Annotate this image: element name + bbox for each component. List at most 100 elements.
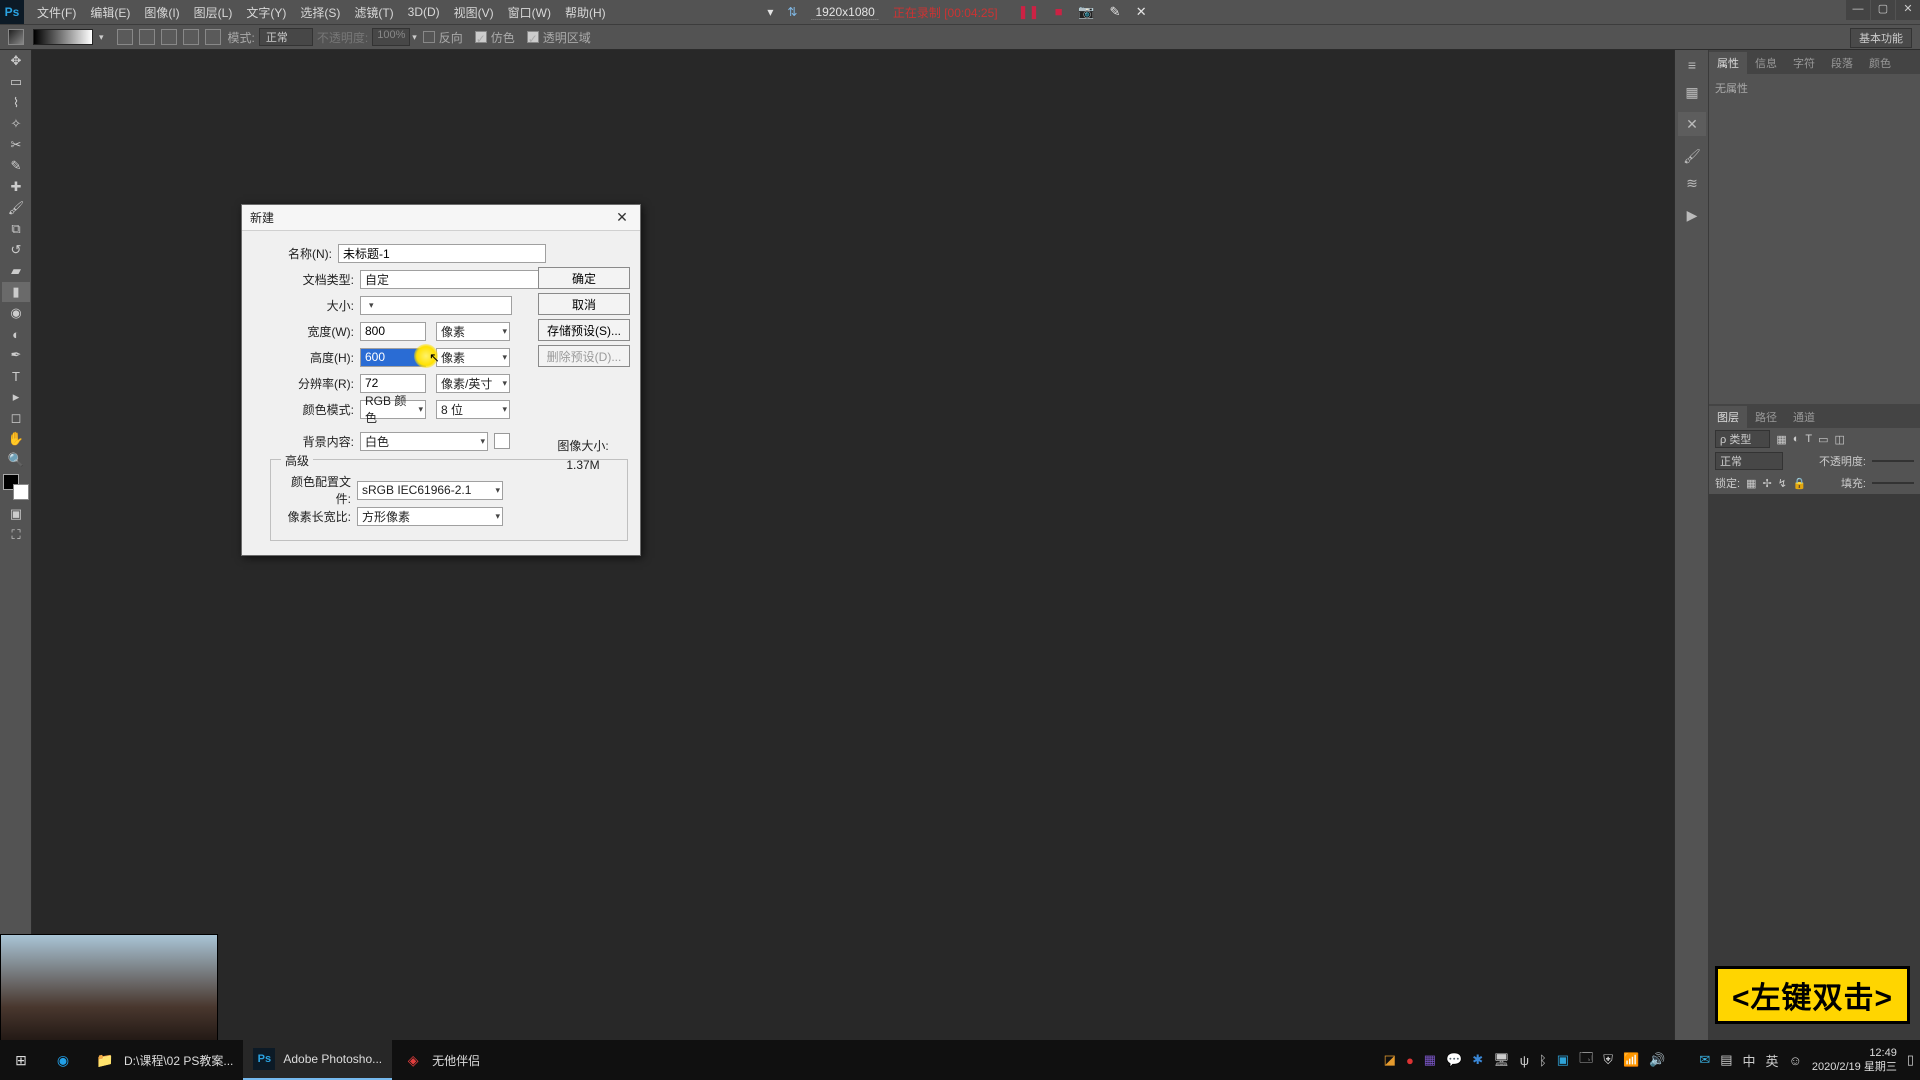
filter-pixel-icon[interactable]: ▦ <box>1776 433 1786 446</box>
maximize-button[interactable]: ▢ <box>1871 0 1895 20</box>
minimize-button[interactable]: — <box>1846 0 1870 20</box>
dialog-titlebar[interactable]: 新建 ✕ <box>242 205 640 231</box>
menu-select[interactable]: 选择(S) <box>293 4 347 21</box>
tray-display-icon[interactable]: 🖥 <box>1493 1052 1510 1068</box>
dodge-tool[interactable]: ◐ <box>2 324 30 344</box>
tray-volume-icon[interactable]: 🔊 <box>1649 1052 1665 1068</box>
healing-tool[interactable]: ✚ <box>2 177 30 197</box>
tray-battery-icon[interactable]: 🗔 <box>1579 1049 1593 1071</box>
taskbar-browser[interactable]: ◉ <box>42 1040 84 1080</box>
gradient-preview[interactable] <box>33 29 93 45</box>
lock-position-icon[interactable]: ✢ <box>1762 477 1771 490</box>
tray-star-icon[interactable]: ✱ <box>1472 1052 1483 1068</box>
menu-layer[interactable]: 图层(L) <box>187 4 240 21</box>
lasso-tool[interactable]: ⌇ <box>2 93 30 113</box>
play-panel-icon[interactable]: ▶ <box>1678 203 1706 227</box>
tab-info[interactable]: 信息 <box>1747 52 1785 74</box>
ime-sub[interactable]: 英 <box>1766 1051 1779 1070</box>
tab-paragraph[interactable]: 段落 <box>1823 52 1861 74</box>
save-preset-button[interactable]: 存储预设(S)... <box>538 319 630 341</box>
name-input[interactable] <box>338 244 546 263</box>
brush-tool[interactable]: 🖌 <box>2 198 30 218</box>
zoom-tool[interactable]: 🔍 <box>2 450 30 470</box>
filter-smart-icon[interactable]: ◫ <box>1835 433 1845 446</box>
gradient-reflected-icon[interactable] <box>183 29 199 45</box>
filter-adjust-icon[interactable]: ◐ <box>1793 433 1800 445</box>
menu-view[interactable]: 视图(V) <box>447 4 501 21</box>
gradient-angle-icon[interactable] <box>161 29 177 45</box>
resolution-input[interactable] <box>360 374 426 393</box>
menu-file[interactable]: 文件(F) <box>30 4 83 21</box>
tray-record-icon[interactable]: ● <box>1406 1053 1414 1068</box>
bg-select[interactable]: 白色 <box>360 432 488 451</box>
taskbar-clock[interactable]: 12:49 2020/2/19 星期三 <box>1812 1046 1897 1074</box>
tab-paths[interactable]: 路径 <box>1747 406 1785 428</box>
tray-app2-icon[interactable]: ▦ <box>1424 1052 1436 1068</box>
recorder-controls[interactable]: ❚❚ ■ 📷 ✎ ✕ <box>1012 4 1153 20</box>
profile-select[interactable]: sRGB IEC61966-2.1 <box>357 481 503 500</box>
dialog-close-icon[interactable]: ✕ <box>612 209 632 226</box>
taskbar-start[interactable]: ⊞ <box>0 1040 42 1080</box>
close-button[interactable]: ✕ <box>1896 0 1920 20</box>
opacity-value[interactable]: 100% <box>372 28 410 46</box>
tool-preset-icon[interactable] <box>8 29 24 45</box>
height-input[interactable] <box>360 348 426 367</box>
gradient-tool[interactable]: ▮ <box>2 282 30 302</box>
tab-channels[interactable]: 通道 <box>1785 406 1823 428</box>
quickmask-tool[interactable]: ▣ <box>2 504 30 524</box>
aspect-select[interactable]: 方形像素 <box>357 507 503 526</box>
tray-notes-icon[interactable]: ▤ <box>1720 1052 1732 1068</box>
layer-filter-select[interactable]: ρ 类型 <box>1715 430 1770 448</box>
dither-checkbox[interactable]: ✓仿色 <box>475 29 515 46</box>
reverse-checkbox[interactable]: 反向 <box>423 29 463 46</box>
menu-help[interactable]: 帮助(H) <box>558 4 613 21</box>
tray-app1-icon[interactable]: ◪ <box>1384 1052 1396 1068</box>
tab-color[interactable]: 颜色 <box>1861 52 1899 74</box>
hand-tool[interactable]: ✋ <box>2 429 30 449</box>
tab-properties[interactable]: 属性 <box>1709 52 1747 74</box>
tab-layers[interactable]: 图层 <box>1709 406 1747 428</box>
tray-store-icon[interactable]: ▣ <box>1557 1052 1569 1068</box>
colordepth-select[interactable]: 8 位 <box>436 400 510 419</box>
notification-center-icon[interactable]: ▯ <box>1907 1052 1914 1068</box>
size-select[interactable] <box>360 296 512 315</box>
close-panel-icon[interactable]: ✕ <box>1678 112 1706 136</box>
opacity-dropdown-icon[interactable]: ▾ <box>412 32 417 43</box>
magic-wand-tool[interactable]: ✧ <box>2 114 30 134</box>
clone-panel-icon[interactable]: ≋ <box>1678 171 1706 195</box>
bg-color-swatch[interactable] <box>494 433 510 449</box>
blur-tool[interactable]: ◉ <box>2 303 30 323</box>
marquee-tool[interactable]: ▭ <box>2 72 30 92</box>
cancel-button[interactable]: 取消 <box>538 293 630 315</box>
path-select-tool[interactable]: ▸ <box>2 387 30 407</box>
filter-shape-icon[interactable]: ▭ <box>1818 433 1828 446</box>
gradient-linear-icon[interactable] <box>117 29 133 45</box>
blend-mode-select[interactable]: 正常 <box>259 28 313 46</box>
resolution-unit-select[interactable]: 像素/英寸 <box>436 374 510 393</box>
ime-lang[interactable]: 中 <box>1743 1051 1756 1070</box>
filter-type-icon[interactable]: T <box>1805 433 1812 445</box>
tray-chat-icon[interactable]: 💬 <box>1446 1052 1462 1068</box>
gradient-dropdown-icon[interactable]: ▾ <box>99 32 104 43</box>
doctype-select[interactable]: 自定 <box>360 270 546 289</box>
menu-type[interactable]: 文字(Y) <box>239 4 293 21</box>
colormode-select[interactable]: RGB 颜色 <box>360 400 426 419</box>
type-tool[interactable]: T <box>2 366 30 386</box>
screenmode-tool[interactable]: ⛶ <box>2 525 30 545</box>
eyedropper-tool[interactable]: ✎ <box>2 156 30 176</box>
tray-wifi-icon[interactable]: 📶 <box>1623 1052 1639 1068</box>
taskbar-companion[interactable]: ◈无他伴侣 <box>392 1040 490 1080</box>
brush-panel-icon[interactable]: 🖌 <box>1678 144 1706 168</box>
menu-edit[interactable]: 编辑(E) <box>83 4 137 21</box>
crop-tool[interactable]: ✂ <box>2 135 30 155</box>
width-unit-select[interactable]: 像素 <box>436 322 510 341</box>
lock-nest-icon[interactable]: ↯ <box>1778 477 1787 490</box>
tray-bluetooth-icon[interactable]: ᛒ <box>1539 1053 1547 1068</box>
layer-blend-select[interactable]: 正常 <box>1715 452 1783 470</box>
gradient-diamond-icon[interactable] <box>205 29 221 45</box>
ok-button[interactable]: 确定 <box>538 267 630 289</box>
camera-icon[interactable]: 📷 <box>1078 4 1094 19</box>
lock-pixels-icon[interactable]: ▦ <box>1746 477 1756 490</box>
stop-icon[interactable]: ■ <box>1055 4 1063 19</box>
lock-all-icon[interactable]: 🔒 <box>1793 477 1807 490</box>
